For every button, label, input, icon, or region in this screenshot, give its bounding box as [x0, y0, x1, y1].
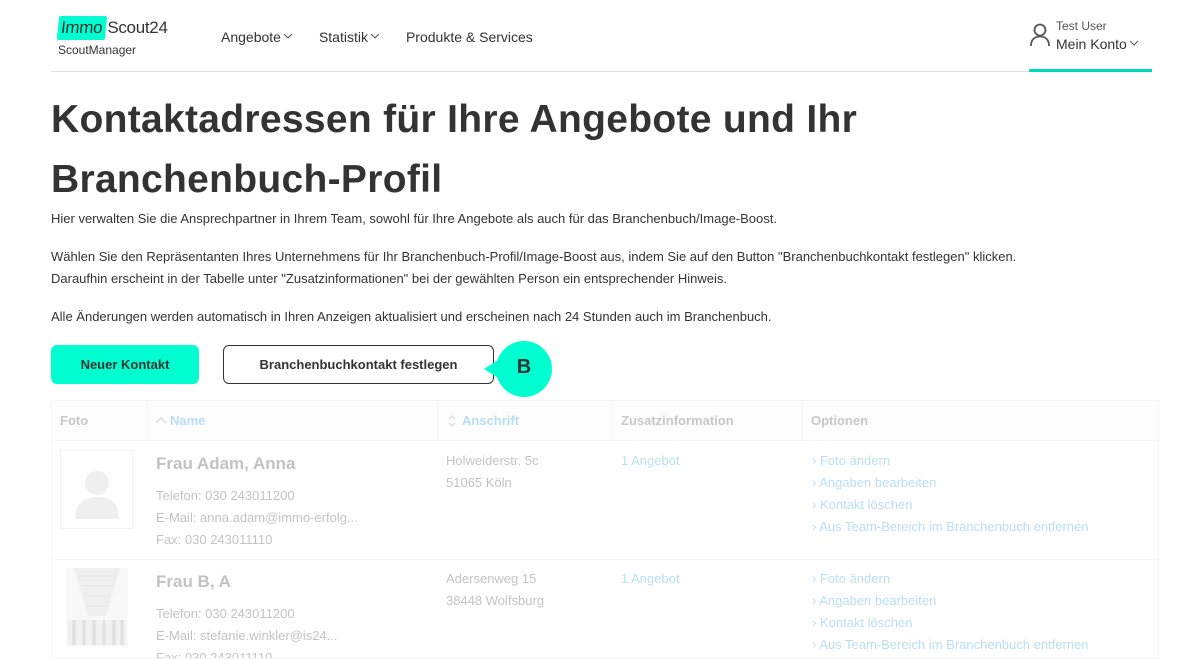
contact-fax: Fax: 030 243011110 — [156, 650, 273, 659]
instruction-paragraph: Wählen Sie den Repräsentanten Ihres Unte… — [51, 246, 1151, 290]
column-header-name[interactable]: Name — [148, 401, 438, 441]
contact-address: Holweiderstr. 5c 51065 Köln — [446, 450, 538, 494]
page-title: Kontaktadressen für Ihre Angebote und Ih… — [51, 90, 951, 210]
set-directory-contact-button[interactable]: Branchenbuchkontakt festlegen — [223, 345, 494, 384]
option-label: Kontakt löschen — [819, 497, 913, 512]
column-header-zusatzinformation: Zusatzinformation — [613, 401, 803, 441]
intro-paragraph: Hier verwalten Sie die Ansprechpartner i… — [51, 211, 777, 226]
sort-both-icon — [448, 415, 456, 427]
option-label: Aus Team-Bereich im Branchenbuch entfern… — [819, 637, 1089, 652]
option-label: Aus Team-Bereich im Branchenbuch entfern… — [819, 519, 1089, 534]
table-row: Frau B, A Telefon: 030 243011200 E-Mail:… — [52, 560, 1158, 659]
contact-options: › Foto ändern › Angaben bearbeiten › Kon… — [812, 568, 1089, 656]
column-header-optionen: Optionen — [811, 413, 869, 428]
new-contact-button[interactable]: Neuer Kontakt — [51, 345, 199, 384]
contact-address: Adersenweg 15 38448 Wolfsburg — [446, 568, 544, 612]
instruction-line2: Daraufhin erscheint in der Tabelle unter… — [51, 271, 727, 286]
option-label: Angaben bearbeiten — [819, 475, 937, 490]
account-menu[interactable]: Test User Mein Konto — [1029, 0, 1152, 72]
table-header: Foto Name Anschrift Zusatzinformation Op… — [52, 401, 1158, 441]
table-row: Frau Adam, Anna Telefon: 030 243011200 E… — [52, 442, 1158, 560]
contact-street: Adersenweg 15 — [446, 571, 537, 586]
chevron-down-icon — [1129, 40, 1139, 46]
contact-email: E-Mail: anna.adam@immo-erfolg... — [156, 510, 358, 525]
nav-angebote-label: Angebote — [221, 29, 281, 45]
contact-phone: Telefon: 030 243011200 — [156, 606, 295, 621]
page-title-line2: Branchenbuch-Profil — [51, 158, 443, 201]
immoscout24-logo[interactable]: Immo Scout24 ScoutManager — [56, 16, 168, 57]
account-username: Test User — [1056, 19, 1107, 33]
chevron-down-icon — [370, 33, 380, 39]
option-edit-details[interactable]: › Angaben bearbeiten — [812, 472, 1089, 494]
column-header-anschrift-label: Anschrift — [462, 413, 520, 428]
logo-mark: Immo Scout24 — [56, 16, 168, 40]
callout-badge-label: B — [516, 356, 532, 378]
nav-statistik[interactable]: Statistik — [319, 29, 380, 45]
building-photo-icon — [66, 568, 128, 647]
option-remove-from-team[interactable]: › Aus Team-Bereich im Branchenbuch entfe… — [812, 634, 1089, 656]
nav-produkte-services[interactable]: Produkte & Services — [406, 29, 533, 45]
option-label: Foto ändern — [819, 453, 891, 468]
nav-statistik-label: Statistik — [318, 29, 368, 45]
contact-city: 38448 Wolfsburg — [446, 593, 545, 608]
nav-angebote[interactable]: Angebote — [221, 29, 293, 45]
contact-email: E-Mail: stefanie.winkler@is24... — [156, 628, 338, 643]
page-title-line1: Kontaktadressen für Ihre Angebote und Ih… — [51, 98, 858, 141]
contact-phone: Telefon: 030 243011200 — [156, 488, 295, 503]
user-icon — [1030, 23, 1050, 47]
contacts-table: Foto Name Anschrift Zusatzinformation Op… — [51, 400, 1159, 659]
contact-photo-building[interactable] — [66, 568, 128, 647]
option-delete-contact[interactable]: › Kontakt löschen — [812, 612, 1089, 634]
contact-options: › Foto ändern › Angaben bearbeiten › Kon… — [812, 450, 1089, 538]
contact-name: Frau B, A — [156, 572, 231, 591]
chevron-down-icon — [283, 33, 293, 39]
contact-fax: Fax: 030 243011110 — [156, 532, 273, 547]
update-note-paragraph: Alle Änderungen werden automatisch in Ih… — [51, 309, 772, 324]
option-label: Foto ändern — [819, 571, 891, 586]
sort-up-icon — [155, 417, 167, 424]
column-header-foto: Foto — [52, 401, 148, 441]
option-delete-contact[interactable]: › Kontakt löschen — [812, 494, 1089, 516]
option-label: Angaben bearbeiten — [819, 593, 937, 608]
option-remove-from-team[interactable]: › Aus Team-Bereich im Branchenbuch entfe… — [812, 516, 1089, 538]
contact-photo-placeholder[interactable] — [60, 450, 133, 529]
column-header-anschrift[interactable]: Anschrift — [438, 401, 613, 441]
person-placeholder-icon — [75, 471, 119, 519]
option-change-photo[interactable]: › Foto ändern — [812, 568, 1089, 590]
contact-city: 51065 Köln — [446, 475, 512, 490]
contact-offers-link[interactable]: 1 Angebot — [621, 453, 680, 468]
logo-immo-text: Immo — [56, 16, 108, 40]
instruction-line1: Wählen Sie den Repräsentanten Ihres Unte… — [51, 249, 1017, 264]
logo-scout-text: Scout24 — [107, 18, 168, 37]
top-header: Immo Scout24 ScoutManager Angebote Stati… — [51, 0, 1152, 72]
account-label-row: Mein Konto — [1056, 36, 1139, 52]
option-label: Kontakt löschen — [819, 615, 913, 630]
column-header-name-label: Name — [170, 413, 206, 428]
contact-street: Holweiderstr. 5c — [446, 453, 539, 468]
account-label: Mein Konto — [1056, 36, 1127, 52]
main-nav: Angebote Statistik Produkte & Services — [221, 29, 559, 45]
nav-produkte-label: Produkte & Services — [405, 29, 533, 45]
option-edit-details[interactable]: › Angaben bearbeiten — [812, 590, 1089, 612]
logo-subtitle: ScoutManager — [58, 43, 137, 57]
contact-offers-link[interactable]: 1 Angebot — [621, 571, 680, 586]
option-change-photo[interactable]: › Foto ändern — [812, 450, 1089, 472]
contact-name: Frau Adam, Anna — [156, 454, 296, 473]
